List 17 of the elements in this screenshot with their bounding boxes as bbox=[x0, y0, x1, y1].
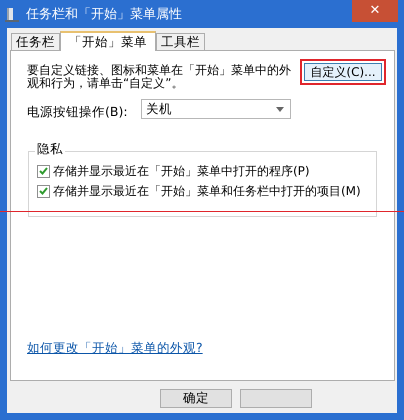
checkbox-label: 存储并显示最近在「开始」菜单和任务栏中打开的项目(M) bbox=[53, 183, 361, 200]
help-link[interactable]: 如何更改「开始」菜单的外观? bbox=[27, 339, 203, 358]
tab[interactable]: 工具栏 bbox=[156, 33, 205, 50]
tab[interactable]: 任务栏 bbox=[11, 33, 60, 50]
window-title: 任务栏和「开始」菜单属性 bbox=[26, 8, 182, 20]
power-dropdown[interactable]: 关机 bbox=[141, 99, 291, 119]
dialog-button[interactable]: 确定 bbox=[160, 389, 232, 408]
group-title: 隐私 bbox=[35, 143, 65, 156]
close-button[interactable]: ✕ bbox=[352, 0, 398, 22]
checkbox-label: 存储并显示最近在「开始」菜单中打开的程序(P) bbox=[53, 163, 310, 180]
taskbar-icon bbox=[4, 7, 20, 23]
tab[interactable]: 「开始」菜单 bbox=[60, 31, 156, 51]
customize-button[interactable]: 自定义(C)... bbox=[304, 63, 382, 81]
checkbox[interactable] bbox=[37, 164, 50, 178]
description-text: 要自定义链接、图标和菜单在「开始」菜单中的外观和行为，请单击“自定义”。 bbox=[27, 64, 292, 90]
checkbox[interactable] bbox=[37, 184, 50, 198]
power-button-label: 电源按钮操作(B): bbox=[27, 103, 128, 121]
